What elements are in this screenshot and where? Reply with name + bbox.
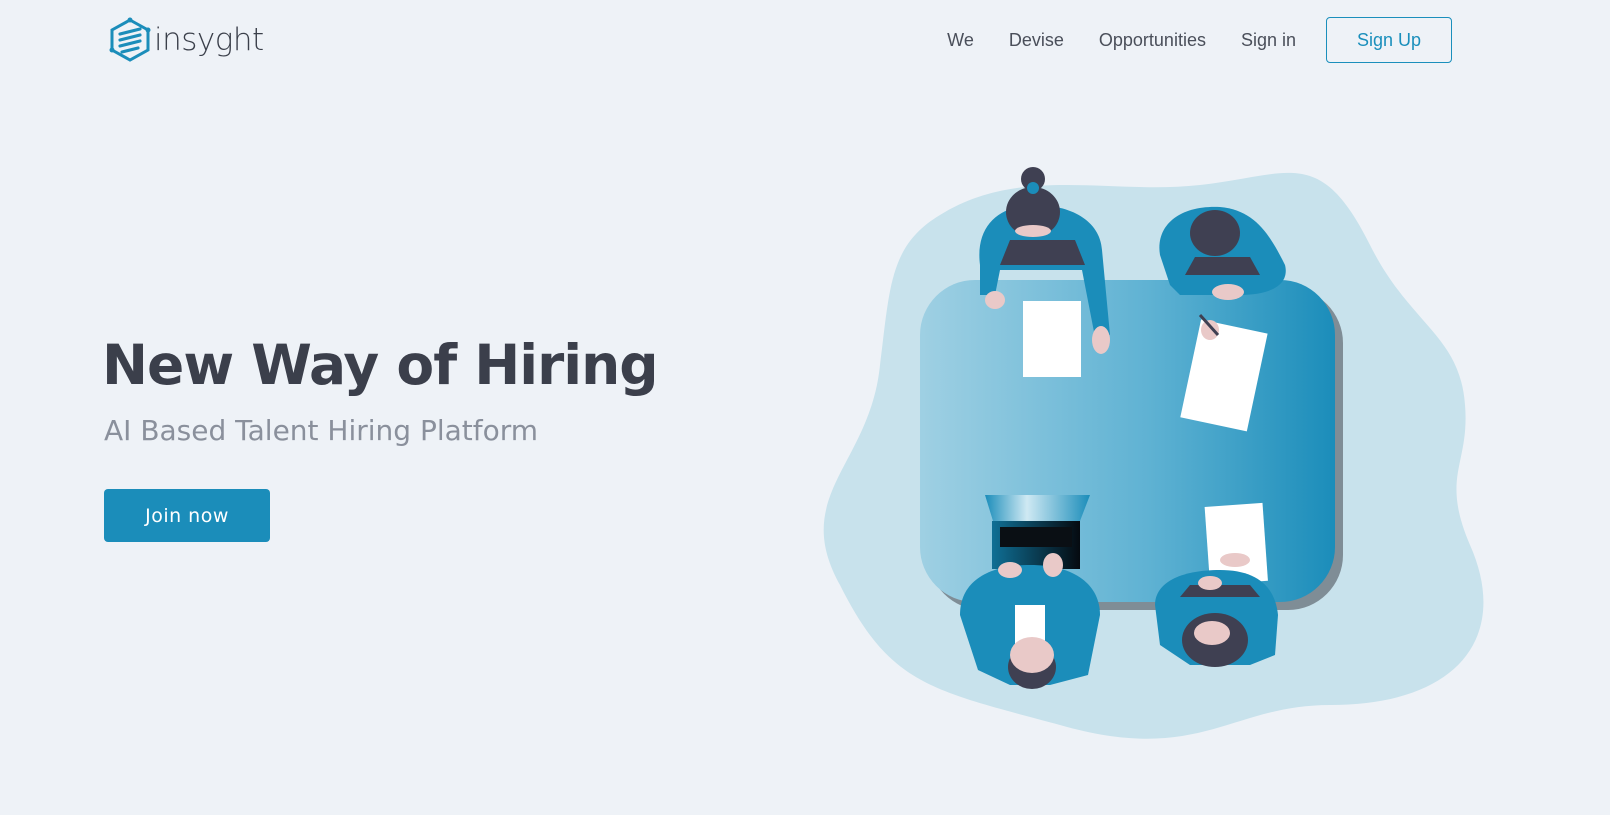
- laptop: [985, 495, 1090, 569]
- hexagon-logo-icon: [109, 17, 151, 62]
- nav-link-we[interactable]: We: [947, 30, 974, 51]
- nav-link-opportunities[interactable]: Opportunities: [1099, 30, 1206, 51]
- team-meeting-table-illustration: [823, 167, 1484, 739]
- table: [920, 280, 1335, 602]
- landing-page: insyght We Devise Opportunities Sign in …: [0, 0, 1610, 815]
- site-header: insyght We Devise Opportunities Sign in …: [0, 0, 1610, 80]
- brand-name: insyght: [154, 22, 264, 58]
- nav-link-sign-in[interactable]: Sign in: [1241, 30, 1296, 51]
- join-now-button[interactable]: Join now: [104, 489, 270, 542]
- nav-link-devise[interactable]: Devise: [1009, 30, 1064, 51]
- hero-subtitle: AI Based Talent Hiring Platform: [104, 414, 539, 447]
- main-nav: We Devise Opportunities Sign in Sign Up: [947, 16, 1452, 64]
- sign-up-button[interactable]: Sign Up: [1326, 17, 1452, 63]
- paper: [1023, 301, 1081, 377]
- brand-logo[interactable]: insyght: [108, 16, 264, 64]
- hero-title: New Way of Hiring: [102, 333, 659, 397]
